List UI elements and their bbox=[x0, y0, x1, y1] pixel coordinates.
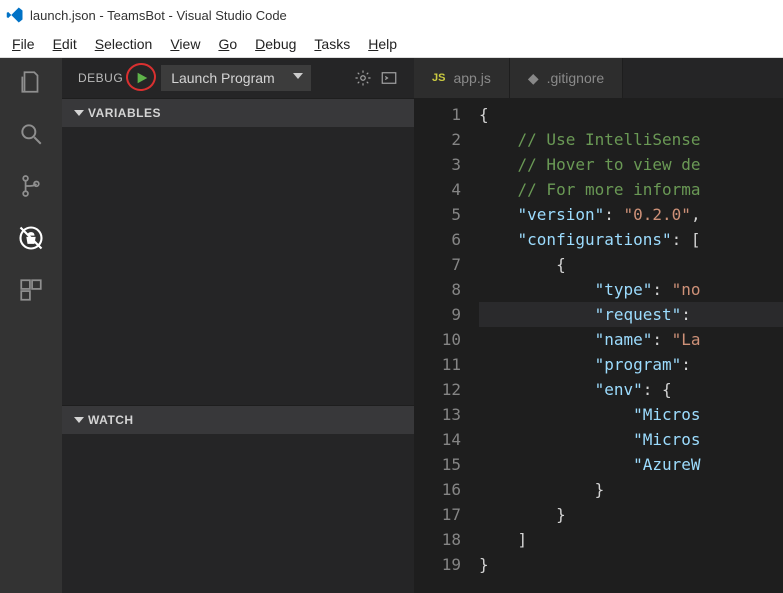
code-area[interactable]: 12345678910111213141516171819 { // Use I… bbox=[414, 98, 783, 593]
debug-header: DEBUG Launch Program bbox=[62, 58, 414, 98]
watch-body bbox=[62, 434, 414, 593]
line-number: 16 bbox=[414, 477, 461, 502]
code-line[interactable]: "type": "no bbox=[479, 277, 783, 302]
debug-console-icon[interactable] bbox=[380, 69, 398, 87]
code-line[interactable]: } bbox=[479, 552, 783, 577]
line-number: 1 bbox=[414, 102, 461, 127]
debug-config-select[interactable]: Launch Program bbox=[161, 65, 311, 91]
collapse-icon bbox=[74, 417, 84, 423]
code-line[interactable]: } bbox=[479, 502, 783, 527]
menu-debug[interactable]: Debug bbox=[247, 34, 304, 54]
variables-section: VARIABLES bbox=[62, 98, 414, 405]
editor-tabs: JS app.js ◆ .gitignore bbox=[414, 58, 783, 98]
menu-tasks[interactable]: Tasks bbox=[306, 34, 358, 54]
code-line[interactable]: ] bbox=[479, 527, 783, 552]
js-file-icon: JS bbox=[432, 72, 445, 84]
tab-appjs[interactable]: JS app.js bbox=[414, 58, 510, 98]
variables-header[interactable]: VARIABLES bbox=[62, 99, 414, 127]
code-line[interactable]: // For more informa bbox=[479, 177, 783, 202]
line-number: 12 bbox=[414, 377, 461, 402]
code-line[interactable]: "env": { bbox=[479, 377, 783, 402]
line-number: 3 bbox=[414, 152, 461, 177]
line-number: 7 bbox=[414, 252, 461, 277]
tab-label: app.js bbox=[453, 70, 490, 86]
code-content[interactable]: { // Use IntelliSense // Hover to view d… bbox=[479, 98, 783, 593]
extensions-icon[interactable] bbox=[17, 276, 45, 304]
menubar: File Edit Selection View Go Debug Tasks … bbox=[0, 30, 783, 58]
search-icon[interactable] bbox=[17, 120, 45, 148]
line-number: 5 bbox=[414, 202, 461, 227]
menu-view[interactable]: View bbox=[162, 34, 208, 54]
line-number: 10 bbox=[414, 327, 461, 352]
menu-help[interactable]: Help bbox=[360, 34, 405, 54]
code-line[interactable]: "version": "0.2.0", bbox=[479, 202, 783, 227]
source-control-icon[interactable] bbox=[17, 172, 45, 200]
line-number: 8 bbox=[414, 277, 461, 302]
line-number: 14 bbox=[414, 427, 461, 452]
explorer-icon[interactable] bbox=[17, 68, 45, 96]
code-line[interactable]: "AzureW bbox=[479, 452, 783, 477]
code-line[interactable]: { bbox=[479, 252, 783, 277]
code-line[interactable]: "Micros bbox=[479, 402, 783, 427]
line-number: 2 bbox=[414, 127, 461, 152]
watch-header[interactable]: WATCH bbox=[62, 406, 414, 434]
menu-selection[interactable]: Selection bbox=[87, 34, 161, 54]
menu-edit[interactable]: Edit bbox=[45, 34, 85, 54]
code-line[interactable]: "program": bbox=[479, 352, 783, 377]
debug-title: DEBUG bbox=[78, 71, 123, 85]
chevron-down-icon bbox=[293, 73, 303, 79]
annotation-circle bbox=[124, 61, 158, 93]
watch-section: WATCH bbox=[62, 405, 414, 593]
line-number: 17 bbox=[414, 502, 461, 527]
variables-label: VARIABLES bbox=[88, 106, 161, 120]
line-number: 6 bbox=[414, 227, 461, 252]
code-line[interactable]: "configurations": [ bbox=[479, 227, 783, 252]
start-debug-button[interactable] bbox=[131, 67, 153, 89]
debug-sidebar: DEBUG Launch Program VARIABLES bbox=[62, 58, 414, 593]
code-line[interactable]: "name": "La bbox=[479, 327, 783, 352]
code-line[interactable]: "Micros bbox=[479, 427, 783, 452]
titlebar: launch.json - TeamsBot - Visual Studio C… bbox=[0, 0, 783, 30]
line-number: 19 bbox=[414, 552, 461, 577]
vscode-icon bbox=[6, 6, 24, 24]
watch-label: WATCH bbox=[88, 413, 134, 427]
line-gutter: 12345678910111213141516171819 bbox=[414, 98, 479, 593]
code-line[interactable]: "request": bbox=[479, 302, 783, 327]
line-number: 18 bbox=[414, 527, 461, 552]
code-line[interactable]: // Hover to view de bbox=[479, 152, 783, 177]
code-line[interactable]: { bbox=[479, 102, 783, 127]
variables-body bbox=[62, 127, 414, 405]
line-number: 13 bbox=[414, 402, 461, 427]
gear-icon[interactable] bbox=[354, 69, 372, 87]
gitignore-file-icon: ◆ bbox=[528, 70, 539, 87]
menu-file[interactable]: File bbox=[4, 34, 43, 54]
menu-go[interactable]: Go bbox=[210, 34, 245, 54]
activity-bar bbox=[0, 58, 62, 593]
line-number: 11 bbox=[414, 352, 461, 377]
code-line[interactable]: } bbox=[479, 477, 783, 502]
collapse-icon bbox=[74, 110, 84, 116]
line-number: 15 bbox=[414, 452, 461, 477]
debug-icon[interactable] bbox=[17, 224, 45, 252]
editor-area: JS app.js ◆ .gitignore 12345678910111213… bbox=[414, 58, 783, 593]
code-line[interactable]: // Use IntelliSense bbox=[479, 127, 783, 152]
window-title: launch.json - TeamsBot - Visual Studio C… bbox=[30, 8, 287, 23]
line-number: 9 bbox=[414, 302, 461, 327]
tab-gitignore[interactable]: ◆ .gitignore bbox=[510, 58, 623, 98]
line-number: 4 bbox=[414, 177, 461, 202]
debug-config-label: Launch Program bbox=[171, 70, 275, 86]
tab-label: .gitignore bbox=[547, 70, 605, 86]
